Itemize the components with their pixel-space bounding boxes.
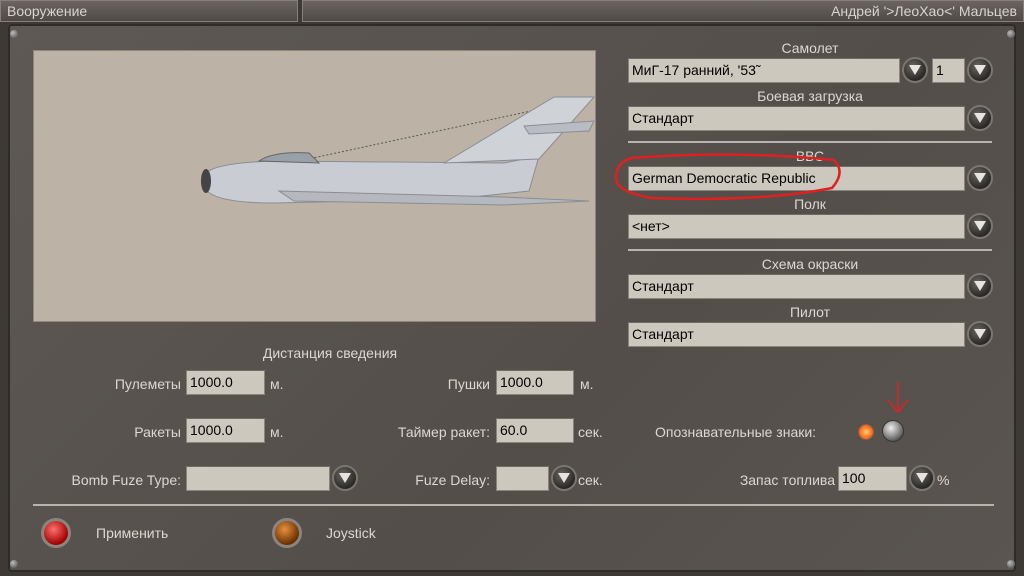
bomb-fuze-select[interactable]	[186, 466, 330, 491]
fuel-select[interactable]: 100	[838, 466, 907, 491]
count-dropdown-button[interactable]	[967, 57, 993, 83]
plane-count-select[interactable]: 1	[932, 58, 965, 83]
rivet-icon	[10, 560, 18, 568]
toggle-lamp-icon	[858, 424, 874, 440]
markings-toggle[interactable]	[858, 420, 906, 444]
rockets-label: Ракеты	[134, 424, 181, 440]
airforce-dropdown-button[interactable]	[967, 165, 993, 191]
loadout-label: Боевая загрузка	[757, 88, 863, 104]
apply-button[interactable]	[41, 518, 71, 548]
rocket-timer-label: Таймер ракет:	[397, 424, 490, 440]
fuze-delay-unit: сек.	[578, 472, 603, 488]
joystick-button[interactable]	[272, 518, 302, 548]
regiment-label: Полк	[794, 196, 826, 212]
plane-label: Самолет	[781, 40, 839, 56]
mg-distance-input[interactable]: 1000.0	[186, 370, 265, 395]
skin-label: Схема окраски	[761, 256, 859, 272]
toggle-knob-icon	[882, 420, 904, 442]
fuel-unit: %	[937, 472, 950, 488]
regiment-dropdown-button[interactable]	[967, 213, 993, 239]
section-title-tab: Вооружение	[0, 0, 298, 22]
regiment-select[interactable]: <нет>	[628, 214, 965, 239]
cannon-unit: м.	[580, 376, 594, 392]
fuze-delay-label: Fuze Delay:	[415, 472, 490, 488]
pilot-label: Пилот	[789, 304, 831, 320]
markings-label: Опознавательные знаки:	[655, 424, 817, 440]
joystick-label[interactable]: Joystick	[326, 525, 376, 541]
rocket-timer-unit: сек.	[578, 424, 603, 440]
plane-select[interactable]: МиГ-17 ранний, '53˜	[628, 58, 900, 83]
bomb-fuze-label: Bomb Fuze Type:	[71, 472, 181, 488]
cannon-label: Пушки	[447, 376, 490, 392]
rivet-icon	[10, 30, 18, 38]
plane-dropdown-button[interactable]	[902, 57, 928, 83]
pilot-name-tab: Андрей '>ЛеоХао<' Мальцев	[302, 0, 1024, 22]
cannon-distance-input[interactable]: 1000.0	[496, 370, 574, 395]
skin-dropdown-button[interactable]	[967, 273, 993, 299]
divider	[628, 141, 992, 143]
mg-label: Пулеметы	[114, 376, 181, 392]
pilot-select[interactable]: Стандарт	[628, 322, 965, 347]
apply-label[interactable]: Применить	[96, 525, 168, 541]
mg-unit: м.	[270, 376, 284, 392]
fuel-label: Запас топлива	[739, 472, 835, 488]
convergence-title: Дистанция сведения	[262, 345, 398, 361]
aircraft-preview	[33, 50, 596, 322]
fuze-delay-dropdown-button[interactable]	[551, 465, 577, 491]
loadout-select[interactable]: Стандарт	[628, 106, 965, 131]
aircraft-model-image	[201, 96, 596, 206]
rockets-unit: м.	[270, 424, 284, 440]
pilot-dropdown-button[interactable]	[967, 321, 993, 347]
red-arrow-annotation-icon	[887, 382, 909, 414]
rockets-distance-input[interactable]: 1000.0	[186, 418, 265, 443]
pilot-name: Андрей '>ЛеоХао<' Мальцев	[831, 3, 1017, 19]
section-title: Вооружение	[7, 3, 88, 19]
divider	[628, 249, 992, 251]
rivet-icon	[1007, 30, 1015, 38]
skin-select[interactable]: Стандарт	[628, 274, 965, 299]
fuel-dropdown-button[interactable]	[909, 465, 935, 491]
rocket-timer-input[interactable]: 60.0	[496, 418, 574, 443]
divider	[33, 504, 994, 506]
loadout-dropdown-button[interactable]	[967, 105, 993, 131]
rivet-icon	[1007, 560, 1015, 568]
fuze-delay-select[interactable]	[496, 466, 549, 491]
